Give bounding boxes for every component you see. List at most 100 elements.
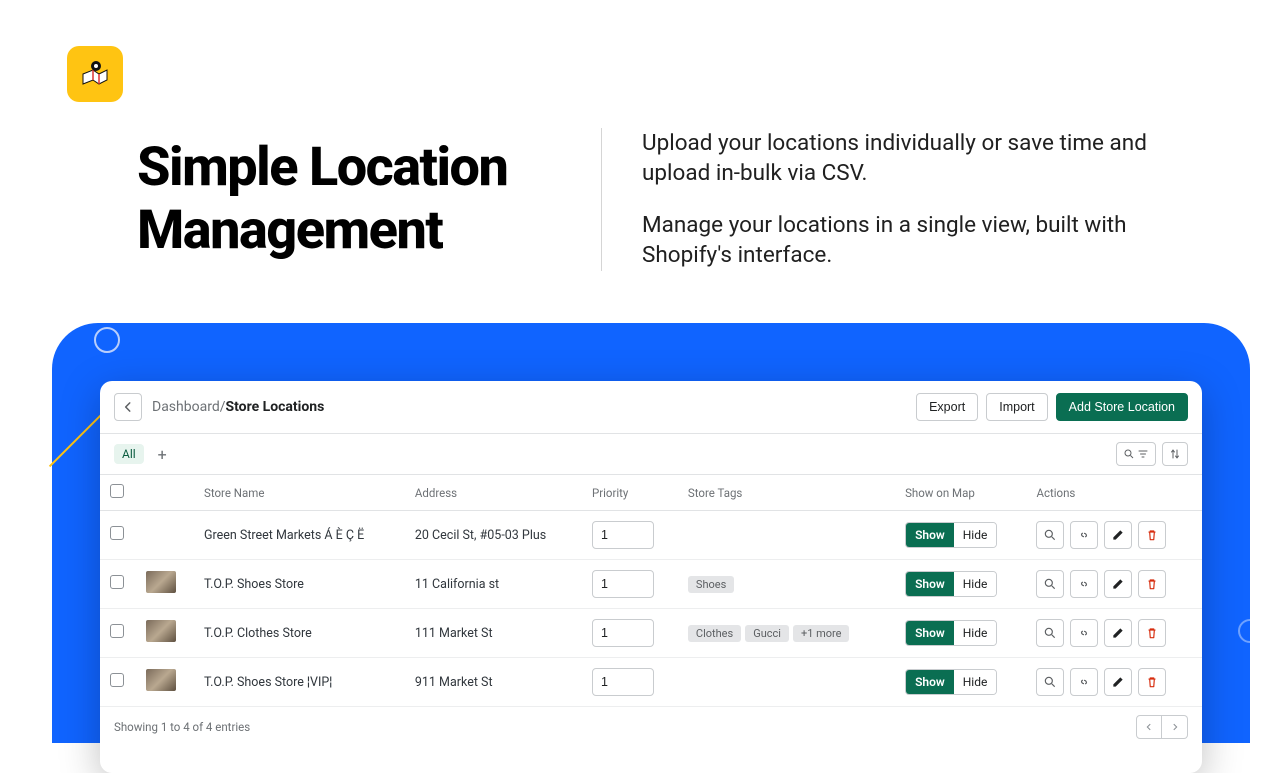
app-logo-badge — [67, 46, 123, 102]
search-icon — [1123, 448, 1135, 460]
address-cell: 11 California st — [405, 560, 582, 609]
table-row: T.O.P. Shoes Store11 California st Shoes S… — [100, 560, 1202, 609]
app-window: Dashboard/Store Locations Export Import … — [100, 381, 1202, 773]
delete-button[interactable] — [1138, 570, 1166, 598]
sort-button[interactable] — [1162, 442, 1188, 466]
row-checkbox[interactable] — [110, 526, 124, 540]
trash-icon — [1145, 626, 1159, 640]
search-icon — [1043, 528, 1057, 542]
decorative-circle — [1238, 619, 1262, 643]
screenshot-frame: Dashboard/Store Locations Export Import … — [52, 323, 1250, 743]
store-name-cell: T.O.P. Shoes Store — [194, 560, 405, 609]
visibility-toggle[interactable]: ShowHide — [905, 669, 997, 695]
store-thumbnail — [146, 669, 176, 691]
prev-page-button[interactable] — [1136, 715, 1162, 739]
breadcrumb: Dashboard/Store Locations — [152, 399, 324, 415]
tags-cell: Shoes — [678, 560, 895, 609]
back-button[interactable] — [114, 393, 142, 421]
visibility-toggle[interactable]: ShowHide — [905, 522, 997, 548]
store-name-cell: T.O.P. Shoes Store ¦VIP¦ — [194, 658, 405, 707]
table-row: Green Street Markets Á È Ç Ë20 Cecil St,… — [100, 511, 1202, 560]
show-option[interactable]: Show — [906, 572, 954, 596]
address-cell: 111 Market St — [405, 609, 582, 658]
sort-icon — [1169, 448, 1181, 460]
link-icon — [1077, 528, 1091, 542]
store-name-cell: Green Street Markets Á È Ç Ë — [194, 511, 405, 560]
view-button[interactable] — [1036, 570, 1064, 598]
breadcrumb-current: Store Locations — [226, 399, 325, 415]
locations-table: Store Name Address Priority Store Tags S… — [100, 475, 1202, 707]
pagination-summary: Showing 1 to 4 of 4 entries — [114, 720, 250, 734]
next-page-button[interactable] — [1162, 715, 1188, 739]
chevron-left-icon — [1144, 722, 1154, 732]
show-option[interactable]: Show — [906, 621, 954, 645]
app-header: Dashboard/Store Locations Export Import … — [100, 381, 1202, 434]
link-button[interactable] — [1070, 668, 1098, 696]
search-icon — [1043, 577, 1057, 591]
hide-option[interactable]: Hide — [954, 523, 997, 547]
row-checkbox[interactable] — [110, 673, 124, 687]
show-option[interactable]: Show — [906, 523, 954, 547]
col-address[interactable]: Address — [405, 475, 582, 511]
col-show-on-map[interactable]: Show on Map — [895, 475, 1026, 511]
breadcrumb-root[interactable]: Dashboard/ — [152, 399, 226, 415]
delete-button[interactable] — [1138, 668, 1166, 696]
link-button[interactable] — [1070, 521, 1098, 549]
hide-option[interactable]: Hide — [954, 621, 997, 645]
tags-cell: ClothesGucci+1 more — [678, 609, 895, 658]
arrow-left-icon — [121, 400, 135, 414]
tag[interactable]: Clothes — [688, 625, 741, 642]
search-icon — [1043, 626, 1057, 640]
link-button[interactable] — [1070, 570, 1098, 598]
hero: Simple Location Management Upload your l… — [137, 128, 1187, 271]
edit-button[interactable] — [1104, 619, 1132, 647]
trash-icon — [1145, 675, 1159, 689]
decorative-circle — [94, 327, 120, 353]
col-priority[interactable]: Priority — [582, 475, 678, 511]
filter-tab-all[interactable]: All — [114, 444, 144, 464]
hide-option[interactable]: Hide — [954, 670, 997, 694]
priority-input[interactable] — [592, 570, 654, 598]
pencil-icon — [1111, 577, 1125, 591]
hero-paragraph-2: Manage your locations in a single view, … — [642, 210, 1187, 270]
priority-input[interactable] — [592, 668, 654, 696]
search-filter-button[interactable] — [1116, 442, 1156, 466]
link-icon — [1077, 626, 1091, 640]
view-button[interactable] — [1036, 668, 1064, 696]
col-store-name[interactable]: Store Name — [194, 475, 405, 511]
show-option[interactable]: Show — [906, 670, 954, 694]
add-store-location-button[interactable]: Add Store Location — [1056, 393, 1188, 421]
import-button[interactable]: Import — [986, 393, 1047, 421]
pencil-icon — [1111, 528, 1125, 542]
tag[interactable]: Gucci — [745, 625, 789, 642]
add-view-button[interactable]: + — [152, 443, 173, 466]
store-thumbnail — [146, 571, 176, 593]
edit-button[interactable] — [1104, 570, 1132, 598]
visibility-toggle[interactable]: ShowHide — [905, 620, 997, 646]
delete-button[interactable] — [1138, 619, 1166, 647]
col-store-tags[interactable]: Store Tags — [678, 475, 895, 511]
pencil-icon — [1111, 626, 1125, 640]
link-button[interactable] — [1070, 619, 1098, 647]
link-icon — [1077, 577, 1091, 591]
view-button[interactable] — [1036, 521, 1064, 549]
select-all-checkbox[interactable] — [110, 484, 124, 498]
row-checkbox[interactable] — [110, 575, 124, 589]
page-title: Simple Location Management — [137, 136, 537, 263]
export-button[interactable]: Export — [916, 393, 978, 421]
edit-button[interactable] — [1104, 668, 1132, 696]
priority-input[interactable] — [592, 619, 654, 647]
store-name-cell: T.O.P. Clothes Store — [194, 609, 405, 658]
tag[interactable]: Shoes — [688, 576, 734, 593]
tags-cell — [678, 511, 895, 560]
hide-option[interactable]: Hide — [954, 572, 997, 596]
tag[interactable]: +1 more — [793, 625, 850, 642]
priority-input[interactable] — [592, 521, 654, 549]
row-checkbox[interactable] — [110, 624, 124, 638]
delete-button[interactable] — [1138, 521, 1166, 549]
edit-button[interactable] — [1104, 521, 1132, 549]
hero-paragraph-1: Upload your locations individually or sa… — [642, 128, 1187, 188]
view-button[interactable] — [1036, 619, 1064, 647]
visibility-toggle[interactable]: ShowHide — [905, 571, 997, 597]
hero-divider — [601, 128, 602, 271]
